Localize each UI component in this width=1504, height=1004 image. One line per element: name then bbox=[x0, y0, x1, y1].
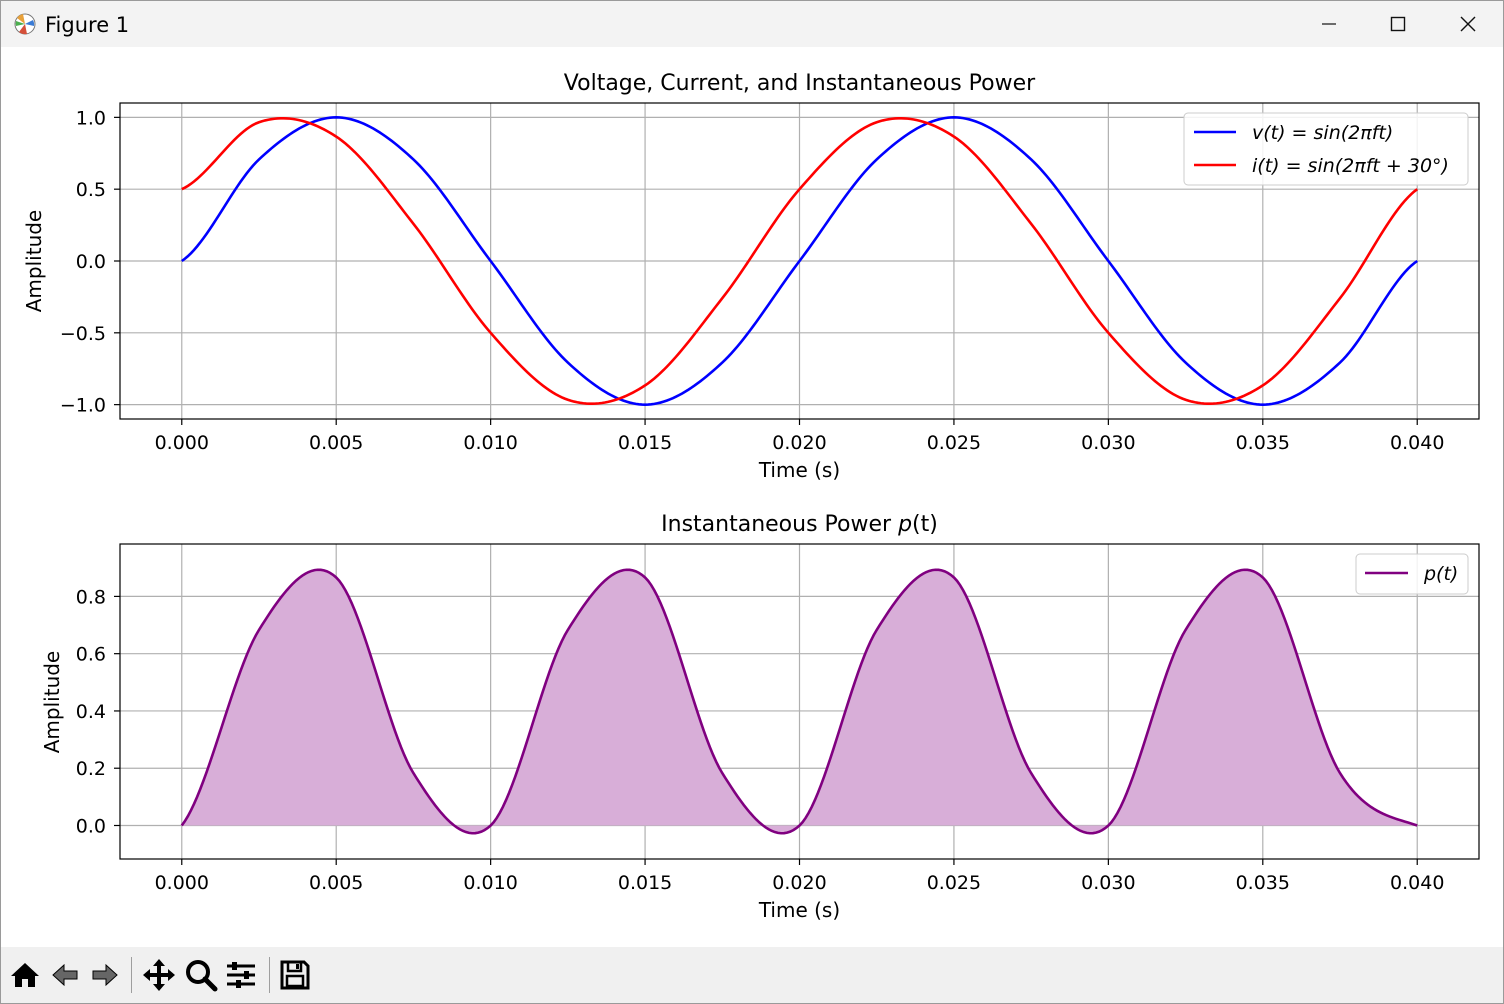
y-tick-label: 1.0 bbox=[76, 107, 106, 129]
close-button[interactable] bbox=[1433, 1, 1503, 47]
y-tick-label: 0.8 bbox=[76, 586, 106, 608]
x-tick-label: 0.000 bbox=[155, 872, 209, 894]
y-tick-label: −1.0 bbox=[60, 395, 106, 417]
figure-svg: 0.000 0.005 0.010 0.015 0.020 0.025 0.030 0.035… bbox=[22, 71, 1480, 922]
window-title: Figure 1 bbox=[45, 13, 130, 37]
x-tick-label: 0.030 bbox=[1081, 432, 1135, 454]
x-tick-label: 0.025 bbox=[927, 872, 981, 894]
axes1-ylabel: Amplitude bbox=[22, 210, 46, 313]
minimize-button[interactable] bbox=[1294, 1, 1364, 47]
legend-current-label: i(t) = sin(2πft + 30°) bbox=[1252, 155, 1449, 177]
pan-icon bbox=[143, 959, 175, 991]
zoom-button[interactable] bbox=[181, 955, 221, 995]
y-tick-label: 0.6 bbox=[76, 644, 106, 666]
axes2-x-ticks: 0.000 0.005 0.010 0.015 0.020 0.025 0.030 0.035… bbox=[155, 859, 1444, 894]
zoom-icon bbox=[186, 960, 218, 992]
axes1-x-ticks: 0.000 0.005 0.010 0.015 0.020 0.025 0.030 0.035… bbox=[155, 419, 1444, 454]
y-tick-label: 0.0 bbox=[76, 251, 106, 273]
x-tick-label: 0.010 bbox=[463, 872, 517, 894]
legend-current-label-prefix: i(t) = sin(2 bbox=[1252, 155, 1354, 177]
legend-voltage-label-pi: π bbox=[1360, 122, 1372, 144]
legend-power-label: p(t) bbox=[1423, 563, 1458, 585]
save-icon bbox=[280, 960, 310, 990]
toolbar-separator bbox=[131, 957, 132, 993]
x-tick-label: 0.005 bbox=[309, 432, 363, 454]
x-tick-label: 0.030 bbox=[1081, 872, 1135, 894]
close-icon bbox=[1460, 16, 1476, 32]
axes2-title-italic: p bbox=[897, 512, 912, 537]
toolbar-separator bbox=[269, 957, 270, 993]
legend-voltage-label-suffix: ft) bbox=[1372, 122, 1394, 144]
x-tick-label: 0.040 bbox=[1390, 432, 1444, 454]
y-tick-label: 0.5 bbox=[76, 179, 106, 201]
maximize-icon bbox=[1390, 16, 1406, 32]
figure-window: Figure 1 0.000 0.005 0.010 0.015 0.020 0.025 0… bbox=[0, 0, 1504, 1004]
axes2-title-suffix: (t) bbox=[912, 512, 938, 537]
axes2-xlabel: Time (s) bbox=[758, 898, 840, 922]
axes1-y-ticks: −1.0 −0.5 0.0 0.5 1.0 bbox=[60, 107, 120, 417]
figure-canvas[interactable]: 0.000 0.005 0.010 0.015 0.020 0.025 0.030 0.035… bbox=[1, 47, 1503, 945]
minimize-icon bbox=[1322, 23, 1336, 25]
x-tick-label: 0.035 bbox=[1236, 432, 1290, 454]
axes1-title: Voltage, Current, and Instantaneous Powe… bbox=[564, 71, 1036, 96]
x-tick-label: 0.035 bbox=[1236, 872, 1290, 894]
legend-current-label-suffix: ft + 30°) bbox=[1366, 155, 1449, 177]
home-icon bbox=[11, 963, 39, 987]
back-icon bbox=[52, 963, 78, 987]
y-tick-label: −0.5 bbox=[60, 323, 106, 345]
pan-button[interactable] bbox=[139, 955, 179, 995]
legend-voltage-label-prefix: v(t) = sin(2 bbox=[1252, 122, 1360, 144]
axes2-title: Instantaneous Power p(t) bbox=[661, 512, 938, 537]
back-button[interactable] bbox=[45, 955, 85, 995]
y-tick-label: 0.2 bbox=[76, 758, 106, 780]
axes-voltage-current: 0.000 0.005 0.010 0.015 0.020 0.025 0.030 0.035… bbox=[22, 71, 1480, 482]
axes2-y-ticks: 0.0 0.2 0.4 0.6 0.8 bbox=[76, 586, 120, 837]
x-tick-label: 0.010 bbox=[463, 432, 517, 454]
x-tick-label: 0.025 bbox=[927, 432, 981, 454]
save-button[interactable] bbox=[275, 955, 315, 995]
x-tick-label: 0.000 bbox=[155, 432, 209, 454]
title-bar[interactable]: Figure 1 bbox=[1, 1, 1503, 47]
home-button[interactable] bbox=[5, 955, 45, 995]
legend-current-label-pi: π bbox=[1354, 155, 1366, 177]
x-tick-label: 0.005 bbox=[309, 872, 363, 894]
x-tick-label: 0.015 bbox=[618, 872, 672, 894]
axes2-legend: p(t) bbox=[1355, 553, 1469, 595]
x-tick-label: 0.015 bbox=[618, 432, 672, 454]
axes-power: 0.000 0.005 0.010 0.015 0.020 0.025 0.030 0.035… bbox=[40, 512, 1480, 922]
x-tick-label: 0.040 bbox=[1390, 872, 1444, 894]
matplotlib-app-icon bbox=[14, 13, 36, 35]
axes2-title-prefix: Instantaneous Power bbox=[661, 512, 898, 537]
axes1-xlabel: Time (s) bbox=[758, 458, 840, 482]
forward-button[interactable] bbox=[85, 955, 125, 995]
axes2-ylabel: Amplitude bbox=[40, 651, 64, 754]
y-tick-label: 0.4 bbox=[76, 701, 106, 723]
y-tick-label: 0.0 bbox=[76, 815, 106, 837]
x-tick-label: 0.020 bbox=[772, 872, 826, 894]
configure-subplots-icon bbox=[227, 962, 255, 988]
legend-voltage-label: v(t) = sin(2πft) bbox=[1252, 122, 1393, 144]
forward-icon bbox=[92, 963, 118, 987]
maximize-button[interactable] bbox=[1363, 1, 1433, 47]
x-tick-label: 0.020 bbox=[772, 432, 826, 454]
axes1-legend: v(t) = sin(2πft) i(t) = sin(2πft + 30°) bbox=[1183, 112, 1469, 186]
navigation-toolbar bbox=[1, 947, 1503, 1003]
configure-subplots-button[interactable] bbox=[221, 955, 261, 995]
